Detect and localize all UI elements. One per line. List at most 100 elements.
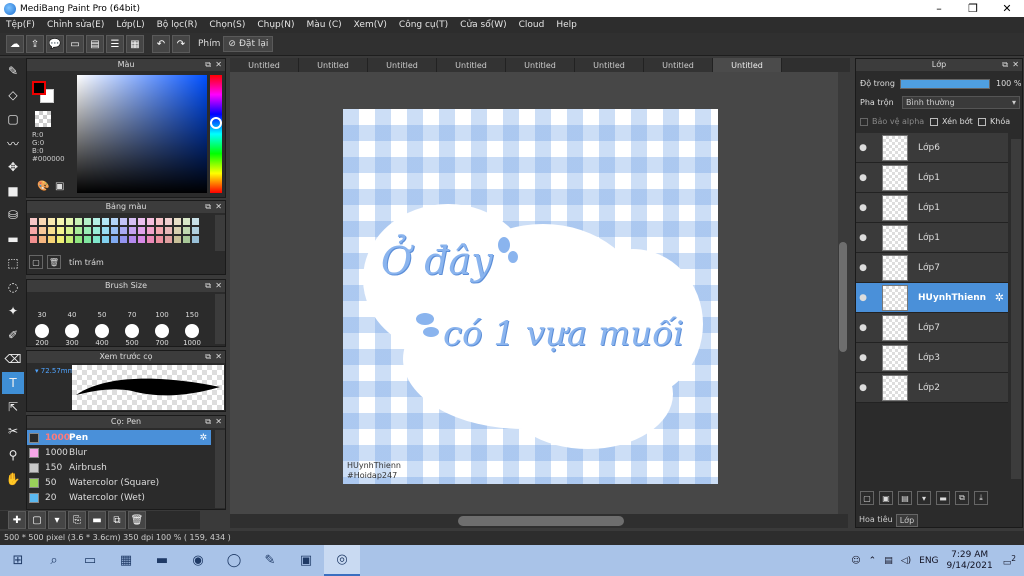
palette-swatch[interactable] [65, 235, 74, 244]
menu-cloud[interactable]: Cloud [519, 20, 545, 30]
layer-item[interactable]: ● Lớp7 [856, 253, 1008, 283]
palette-swatch[interactable] [56, 217, 65, 226]
menu-filter[interactable]: Bộ lọc(R) [157, 20, 198, 30]
new-halftone-layer-icon[interactable]: ▣ [879, 491, 893, 505]
palette-swatch[interactable] [119, 226, 128, 235]
foreground-color-swatch[interactable] [32, 81, 46, 95]
shape-tool-icon[interactable]: ▢ [2, 108, 24, 130]
palette-swatch[interactable] [128, 217, 137, 226]
tab-untitled-5[interactable]: Untitled [506, 58, 575, 72]
palette-swatch[interactable] [101, 217, 110, 226]
palette-swatch[interactable] [29, 217, 38, 226]
redo-icon[interactable]: ↷ [172, 35, 190, 53]
language-indicator[interactable]: ENG [919, 556, 938, 566]
float-icon[interactable]: ⧉ [1002, 59, 1008, 71]
folder-icon[interactable]: ▬ [88, 511, 106, 529]
palette-swatch[interactable] [173, 217, 182, 226]
menu-tools[interactable]: Công cụ(T) [399, 20, 448, 30]
palette-swatch[interactable] [74, 217, 83, 226]
select-pen-tool-icon[interactable]: ✐ [2, 324, 24, 346]
palette-swatch[interactable] [92, 217, 101, 226]
palette-swatch[interactable] [101, 226, 110, 235]
palette-swatch[interactable] [92, 226, 101, 235]
hand-tool-icon[interactable]: ✋ [2, 468, 24, 490]
brush-size-option[interactable]: 1000 [177, 320, 207, 347]
brush-size-option[interactable]: 400 [87, 320, 117, 347]
palette-swatch[interactable] [182, 226, 191, 235]
fill-shape-tool-icon[interactable]: ■ [2, 180, 24, 202]
task-view-icon[interactable]: ▭ [72, 545, 108, 576]
tab-untitled-2[interactable]: Untitled [299, 58, 368, 72]
gear-icon[interactable]: ✲ [995, 291, 1004, 304]
divide-tool-icon[interactable]: ✂ [2, 420, 24, 442]
new-palette-icon[interactable]: ▢ [29, 255, 43, 269]
gear-icon[interactable]: ✲ [199, 433, 207, 443]
palette-swatch[interactable] [110, 217, 119, 226]
zalo-icon[interactable]: ◉ [180, 545, 216, 576]
transparent-swatch[interactable] [35, 111, 51, 127]
close-icon[interactable]: ✕ [215, 201, 222, 213]
palette-swatch[interactable] [155, 226, 164, 235]
menu-snap[interactable]: Chụp(N) [257, 20, 294, 30]
tab-untitled-8[interactable]: Untitled [713, 58, 782, 72]
palette-swatch[interactable] [74, 226, 83, 235]
palette-swatch[interactable] [29, 226, 38, 235]
palette-swatch[interactable] [182, 235, 191, 244]
layer-item[interactable]: ● Lớp1 [856, 223, 1008, 253]
layer-item[interactable]: ● Lớp7 [856, 313, 1008, 343]
palette-swatch[interactable] [110, 235, 119, 244]
tab-untitled-3[interactable]: Untitled [368, 58, 437, 72]
menu-window[interactable]: Cửa sổ(W) [460, 20, 506, 30]
canvas-workspace[interactable]: Ở đây có 1 vựa muối HUynhThienn #Hoidap2… [230, 72, 848, 514]
game-icon[interactable]: ▣ [288, 545, 324, 576]
palette-swatch[interactable] [137, 235, 146, 244]
brush-item-airbrush[interactable]: 150 Airbrush [27, 460, 211, 475]
visibility-icon[interactable]: ● [856, 383, 870, 393]
hue-slider[interactable] [210, 75, 222, 193]
menu-view[interactable]: Xem(V) [354, 20, 387, 30]
palette-swatch[interactable] [164, 226, 173, 235]
brush-size-option[interactable]: 40 [57, 292, 87, 319]
people-icon[interactable]: ☺ [851, 556, 860, 566]
lock-checkbox[interactable] [978, 117, 986, 126]
minimize-button[interactable]: – [922, 0, 956, 17]
clipping-checkbox[interactable] [930, 117, 938, 126]
brush-size-option[interactable]: 70 [117, 292, 147, 319]
layer-item-selected[interactable]: ● HUynhThienn ✲ [856, 283, 1008, 313]
paint-icon[interactable]: ✎ [252, 545, 288, 576]
canvas-vertical-scrollbar[interactable] [838, 72, 848, 514]
lasso-tool-icon[interactable]: ◌ [2, 276, 24, 298]
visibility-icon[interactable]: ● [856, 203, 870, 213]
brush-size-option[interactable]: 30 [27, 292, 57, 319]
lock-option[interactable]: Khóa [978, 117, 1010, 126]
palette-swatch[interactable] [110, 226, 119, 235]
select-rect-tool-icon[interactable]: ⬚ [2, 252, 24, 274]
clipping-option[interactable]: Xén bớt [930, 117, 973, 126]
drawing-canvas[interactable]: Ở đây có 1 vựa muối HUynhThienn #Hoidap2… [343, 109, 718, 484]
layer-menu-icon[interactable]: ▾ [917, 491, 931, 505]
brush-size-option[interactable]: 100 [147, 292, 177, 319]
brush-item-watercolor-wet[interactable]: 20 Watercolor (Wet) [27, 490, 211, 505]
brush-size-option[interactable]: 200 [27, 320, 57, 347]
palette-swatch[interactable] [38, 226, 47, 235]
new-brush-icon[interactable]: ▢ [28, 511, 46, 529]
palette-swatch[interactable] [173, 235, 182, 244]
palette-swatch[interactable] [56, 235, 65, 244]
palette-swatch[interactable] [56, 226, 65, 235]
palette-swatch[interactable] [182, 217, 191, 226]
blend-tool-icon[interactable]: 〰 [2, 132, 24, 154]
color-settings-icon[interactable]: ▣ [55, 181, 64, 192]
visibility-icon[interactable]: ● [856, 353, 870, 363]
tab-navigator[interactable]: Hoa tiêu [856, 514, 896, 527]
magic-wand-tool-icon[interactable]: ✦ [2, 300, 24, 322]
palette-swatch[interactable] [83, 217, 92, 226]
brush-size-option[interactable]: 50 [87, 292, 117, 319]
visibility-icon[interactable]: ● [856, 323, 870, 333]
delete-palette-icon[interactable]: 🗑 [47, 255, 61, 269]
layer-item[interactable]: ● Lớp1 [856, 163, 1008, 193]
start-windows-icon[interactable]: ⊞ [0, 545, 36, 576]
palette-swatch[interactable] [191, 217, 200, 226]
brush-size-option[interactable]: 700 [147, 320, 177, 347]
palette-swatch[interactable] [155, 235, 164, 244]
palette-swatch[interactable] [83, 226, 92, 235]
